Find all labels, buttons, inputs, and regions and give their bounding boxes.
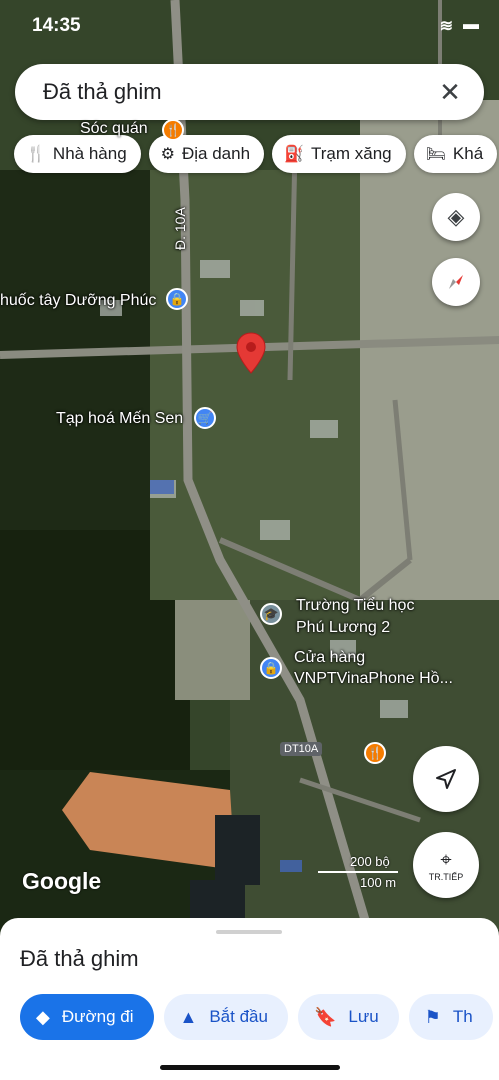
restaurant-icon[interactable]: 🍴 — [364, 742, 386, 764]
chip-label: Khá — [452, 144, 484, 163]
navigation-arrow-icon — [436, 769, 456, 789]
chip-label: Địa danh — [182, 144, 251, 163]
pharmacy-icon[interactable]: 🔒 — [166, 288, 188, 310]
status-bar: 14:35 ≋ ▬ — [32, 14, 479, 38]
chip-gas-station[interactable]: ⛽ Trạm xăng — [272, 135, 406, 173]
restaurant-icon: 🍴 — [26, 146, 46, 163]
place-title: Đã thả ghim — [20, 946, 139, 971]
landmark-icon: ⚙ — [160, 146, 175, 163]
google-logo: Google — [22, 868, 102, 894]
wifi-icon: ≋ — [439, 18, 453, 35]
start-button[interactable]: ▲ Bắt đầu — [163, 994, 288, 1040]
hotel-icon: 🛏 — [425, 146, 446, 163]
poi-label-vnpt-line1[interactable]: Cửa hàng — [294, 649, 365, 667]
poi-label-pharmacy[interactable]: huốc tây Dưỡng Phúc — [0, 292, 156, 310]
poi-label-school-line1[interactable]: Trường Tiểu học — [296, 597, 414, 615]
navigation-start-icon: ▲ — [179, 1006, 198, 1027]
shopping-cart-icon[interactable]: 🛒 — [194, 407, 216, 429]
status-time: 14:35 — [32, 15, 81, 36]
label-button[interactable]: ⚑ Th — [408, 994, 493, 1040]
action-buttons: ◆ Đường đi ▲ Bắt đầu 🔖 Lưu ⚑ Th — [20, 994, 493, 1040]
store-icon[interactable]: 🔒 — [260, 657, 282, 679]
gas-station-icon: ⛽ — [284, 146, 304, 163]
navigate-next-button[interactable]: ⌖ TR.TIẾP — [413, 832, 479, 898]
home-indicator — [160, 1065, 340, 1070]
poi-label-soc-quan[interactable]: Sóc quán — [80, 120, 148, 138]
directions-icon: ◆ — [36, 1006, 50, 1027]
compass-button[interactable] — [432, 258, 480, 306]
restaurant-icon[interactable]: 🍴 — [162, 119, 184, 141]
poi-label-vnpt-line2[interactable]: VNPTVinaPhone Hồ... — [294, 670, 453, 688]
chip-hotel[interactable]: 🛏 Khá — [413, 135, 498, 173]
location-pin-icon: ⌖ — [440, 848, 452, 871]
sheet-drag-handle[interactable] — [216, 930, 282, 934]
save-button[interactable]: 🔖 Lưu — [297, 994, 399, 1040]
poi-label-school-line2[interactable]: Phú Lương 2 — [296, 619, 390, 637]
category-chips: 🍴 Nhà hàng ⚙ Địa danh ⛽ Trạm xăng 🛏 Khá — [14, 135, 498, 173]
directions-label: Đường đi — [61, 1007, 134, 1026]
bookmark-icon: 🔖 — [313, 1006, 337, 1027]
chip-label: Nhà hàng — [52, 144, 127, 163]
dropped-pin-icon[interactable] — [236, 332, 266, 374]
school-icon[interactable]: 🎓 — [260, 603, 282, 625]
layers-button[interactable]: ◈ — [432, 193, 480, 241]
chip-restaurant[interactable]: 🍴 Nhà hàng — [14, 135, 141, 173]
search-bar[interactable]: Đã thả ghim ✕ — [15, 64, 484, 120]
compass-icon — [449, 275, 463, 289]
poi-label-shop[interactable]: Tạp hoá Mến Sen — [56, 410, 183, 428]
bottom-sheet[interactable]: Đã thả ghim ◆ Đường đi ▲ Bắt đầu 🔖 Lưu ⚑… — [0, 918, 499, 1080]
flag-icon: ⚑ — [424, 1006, 441, 1027]
layers-icon: ◈ — [447, 204, 465, 229]
label-label: Th — [452, 1007, 473, 1026]
road-label-10a: Đ. 10A — [172, 207, 188, 250]
start-label: Bắt đầu — [209, 1007, 268, 1026]
close-icon[interactable]: ✕ — [428, 70, 472, 114]
search-query[interactable]: Đã thả ghim — [43, 79, 428, 105]
my-location-button[interactable] — [413, 746, 479, 812]
chip-label: Trạm xăng — [310, 144, 392, 163]
chip-landmark[interactable]: ⚙ Địa danh — [148, 135, 265, 173]
road-shield-dt10a: DT10A — [280, 742, 323, 756]
scale-bar — [318, 871, 398, 873]
directions-button[interactable]: ◆ Đường đi — [20, 994, 154, 1040]
scale-feet: 200 bộ — [350, 854, 390, 869]
save-label: Lưu — [348, 1007, 379, 1026]
battery-icon: ▬ — [463, 16, 479, 33]
scale-meters: 100 m — [360, 875, 397, 890]
navigate-next-label: TR.TIẾP — [428, 871, 464, 882]
map-scale: 200 bộ 100 m — [318, 854, 398, 890]
